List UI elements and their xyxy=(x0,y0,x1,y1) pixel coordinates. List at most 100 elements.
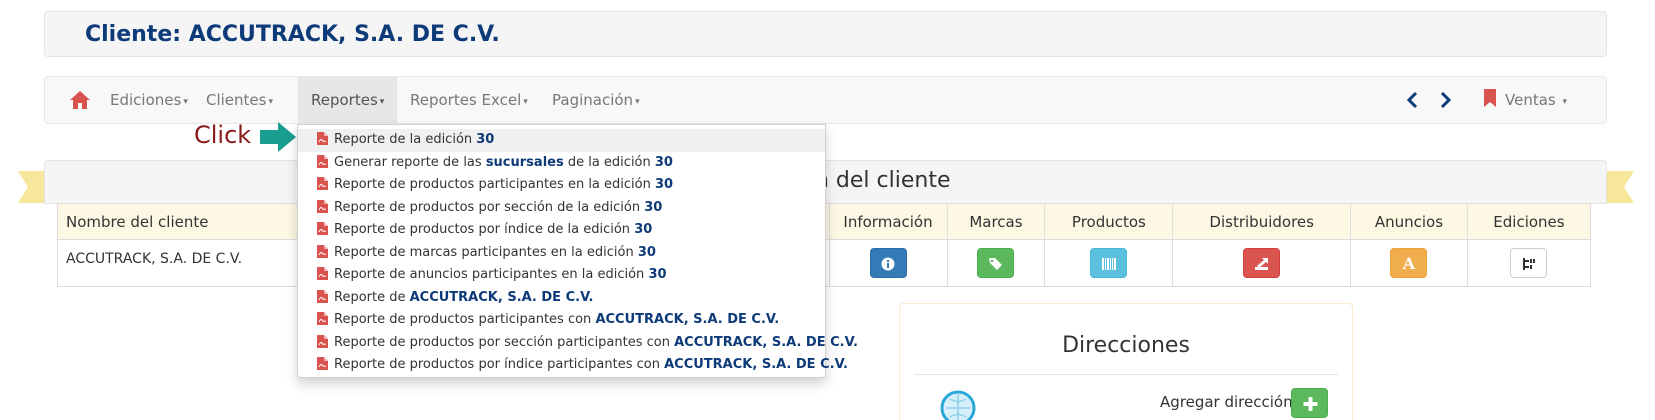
dropdown-item-text: Generar reporte de las xyxy=(334,154,486,170)
th-anuncios: Anuncios xyxy=(1349,203,1468,240)
dropdown-item-text: Reporte de marcas participantes en la ed… xyxy=(334,244,638,260)
caret-down-icon: ▾ xyxy=(379,97,385,107)
dropdown-item-text: Reporte de productos por índice de la ed… xyxy=(334,222,635,237)
tags-icon xyxy=(988,257,1002,270)
info-button[interactable] xyxy=(869,248,907,278)
direcciones-panel: Direcciones Agregar dirección xyxy=(899,303,1353,420)
ediciones-button[interactable] xyxy=(1510,248,1548,278)
pdf-file-icon xyxy=(317,311,328,334)
nav-clientes-label: Clientes xyxy=(206,91,267,109)
pdf-file-icon xyxy=(317,199,328,222)
nav-ventas-label: Ventas xyxy=(1505,91,1556,109)
dropdown-item-text: Reporte de xyxy=(334,289,410,305)
dropdown-item[interactable]: Reporte de marcas participantes en la ed… xyxy=(298,242,825,265)
nav-ediciones[interactable]: Ediciones ▾ xyxy=(97,77,201,123)
dropdown-item-emphasis: ACCUTRACK, S.A. DE C.V. xyxy=(664,357,848,372)
client-title: Cliente: ACCUTRACK, S.A. DE C.V. xyxy=(85,22,500,47)
dropdown-item-text: Reporte de productos por sección de la e… xyxy=(334,199,645,215)
dropdown-item[interactable]: Reporte de productos por sección partici… xyxy=(298,332,858,355)
chevron-left-icon[interactable] xyxy=(1406,91,1420,109)
anuncios-button[interactable]: A xyxy=(1390,248,1428,278)
caret-down-icon: ▾ xyxy=(635,97,640,107)
nav-paginacion[interactable]: Paginación ▾ xyxy=(539,77,653,123)
client-header: Cliente: ACCUTRACK, S.A. DE C.V. xyxy=(44,11,1607,57)
nav-clientes[interactable]: Clientes ▾ xyxy=(193,77,286,123)
dropdown-item-emphasis: 30 xyxy=(637,244,656,260)
dropdown-item-emphasis: 30 xyxy=(476,132,495,147)
pdf-file-icon xyxy=(317,154,328,177)
main-navbar: Ediciones ▾ Clientes ▾ Reportes ▾ Reportes … xyxy=(44,76,1607,124)
dropdown-item-emphasis: 30 xyxy=(648,267,667,282)
info-icon xyxy=(881,257,895,270)
th-productos: Productos xyxy=(1044,203,1174,240)
nav-ediciones-label: Ediciones xyxy=(110,91,182,109)
nav-reportes-excel-label: Reportes Excel xyxy=(410,91,522,109)
dropdown-item-emphasis: ACCUTRACK, S.A. DE C.V. xyxy=(595,312,780,327)
dropdown-item[interactable]: Reporte de anuncios participantes en la … xyxy=(298,264,825,287)
dropdown-item-text: Reporte de productos participantes en la… xyxy=(334,177,655,192)
plus-icon xyxy=(1303,397,1318,411)
th-marcas: Marcas xyxy=(946,203,1046,240)
pdf-file-icon xyxy=(317,221,328,244)
caret-down-icon: ▾ xyxy=(1562,97,1568,107)
dropdown-item-text: de la edición xyxy=(563,154,655,170)
dropdown-item-emphasis: ACCUTRACK, S.A. DE C.V. xyxy=(674,334,858,350)
caret-down-icon: ▾ xyxy=(523,97,528,107)
bookmark-icon xyxy=(1484,89,1496,107)
cell-ediciones xyxy=(1466,239,1592,287)
dropdown-item[interactable]: Reporte de productos participantes con A… xyxy=(298,309,825,332)
dropdown-item[interactable]: Reporte de productos por sección de la e… xyxy=(298,197,825,220)
dropdown-item[interactable]: Reporte de productos participantes en la… xyxy=(298,174,825,197)
share-icon xyxy=(1254,257,1268,270)
dropdown-item-emphasis: 30 xyxy=(634,222,653,237)
panel-title: n del cliente xyxy=(815,168,951,193)
th-ediciones: Ediciones xyxy=(1466,203,1592,240)
direcciones-title: Direcciones xyxy=(1062,333,1190,358)
pdf-file-icon xyxy=(317,176,328,199)
dropdown-item-text: Reporte de anuncios participantes en la … xyxy=(334,267,649,282)
divider xyxy=(914,374,1338,375)
th-distribuidores: Distribuidores xyxy=(1172,203,1351,240)
nav-reportes-label: Reportes xyxy=(311,91,378,109)
dropdown-item-emphasis: 30 xyxy=(654,177,674,192)
productos-button[interactable] xyxy=(1090,248,1128,278)
tree-list-icon xyxy=(1522,257,1535,270)
nav-ventas[interactable]: Ventas ▾ xyxy=(1505,77,1567,123)
caret-down-icon: ▾ xyxy=(268,97,273,107)
home-icon[interactable] xyxy=(69,90,91,110)
dropdown-item-emphasis: sucursales xyxy=(485,154,564,170)
add-address-button[interactable] xyxy=(1291,388,1328,418)
cell-anuncios: A xyxy=(1349,239,1468,287)
arrow-right-icon xyxy=(260,122,296,152)
marcas-button[interactable] xyxy=(977,248,1015,278)
pdf-file-icon xyxy=(317,266,328,289)
nav-reportes[interactable]: Reportes ▾ xyxy=(298,77,398,123)
dropdown-item-text: Reporte de la edición xyxy=(334,132,477,147)
dropdown-item-text: Reporte de productos participantes con xyxy=(334,312,596,327)
nav-paginacion-label: Paginación xyxy=(552,91,634,109)
dropdown-item[interactable]: Reporte de productos por índice particip… xyxy=(298,354,848,379)
dropdown-item-text: Reporte de productos por sección partici… xyxy=(334,334,675,350)
pdf-file-icon xyxy=(317,289,328,312)
dropdown-item-emphasis: ACCUTRACK, S.A. DE C.V. xyxy=(409,289,594,305)
pdf-file-icon xyxy=(317,356,328,379)
distribuidores-button[interactable] xyxy=(1243,248,1281,278)
cell-productos xyxy=(1044,239,1174,287)
barcode-icon xyxy=(1101,257,1116,270)
dropdown-item[interactable]: Reporte de ACCUTRACK, S.A. DE C.V. xyxy=(298,287,825,310)
dropdown-item-text: Reporte de productos por índice particip… xyxy=(334,357,665,372)
dropdown-item-emphasis: 30 xyxy=(644,199,663,215)
globe-icon xyxy=(940,390,976,420)
cell-informacion xyxy=(828,239,948,287)
pdf-file-icon xyxy=(317,131,328,154)
add-address-label: Agregar dirección xyxy=(1160,393,1293,411)
nav-reportes-excel[interactable]: Reportes Excel ▾ xyxy=(397,77,541,123)
dropdown-item-emphasis: 30 xyxy=(654,154,673,170)
pdf-file-icon xyxy=(317,244,328,267)
dropdown-item[interactable]: Reporte de la edición 30 xyxy=(298,129,825,152)
chevron-right-icon[interactable] xyxy=(1438,91,1452,109)
dropdown-item[interactable]: Generar reporte de las sucursales de la … xyxy=(298,152,825,175)
dropdown-item[interactable]: Reporte de productos por índice de la ed… xyxy=(298,219,825,242)
ribbon-right-decoration xyxy=(1604,171,1634,203)
click-annotation: Click xyxy=(194,121,252,149)
